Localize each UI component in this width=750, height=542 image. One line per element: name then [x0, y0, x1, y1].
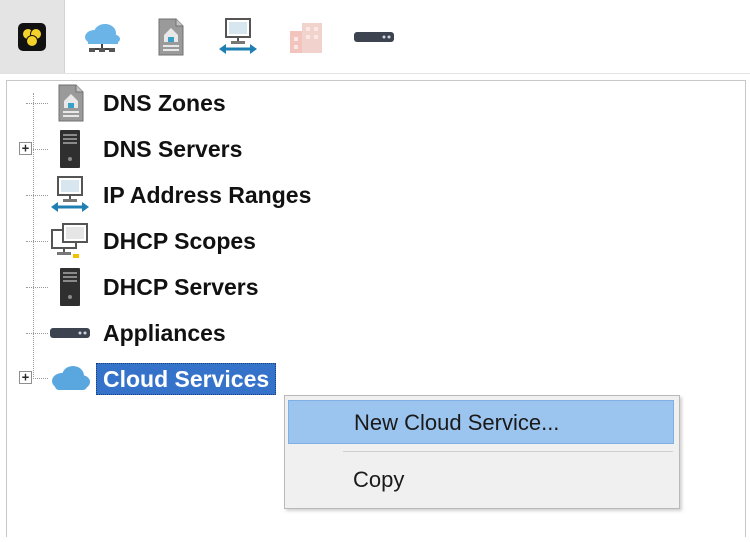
toolbar-dns-zones-button[interactable] — [138, 0, 202, 73]
tree-item-dhcp-scopes[interactable]: DHCP Scopes — [0, 218, 740, 264]
tree-item-label: Appliances — [103, 320, 226, 346]
menu-item-label: Copy — [353, 467, 405, 492]
cloud-icon — [48, 355, 92, 401]
tree-connector — [26, 241, 48, 242]
tree-item-dns-servers[interactable]: + DNS Servers — [0, 126, 740, 172]
tree-item-label: DNS Zones — [103, 90, 226, 116]
menu-separator — [343, 451, 673, 452]
appliance-icon — [48, 310, 92, 356]
tree-item-label: IP Address Ranges — [103, 182, 312, 208]
menu-item-copy[interactable]: Copy — [288, 458, 674, 502]
toolbar — [0, 0, 750, 74]
yellow-cluster-icon — [18, 22, 46, 51]
toolbar-dhcp-button[interactable] — [274, 0, 338, 73]
toolbar-appliances-button[interactable] — [342, 0, 406, 73]
ip-range-icon — [48, 172, 92, 218]
expand-toggle[interactable]: + — [19, 142, 32, 155]
tree-item-label: DHCP Scopes — [103, 228, 256, 254]
appliance-icon — [354, 31, 394, 42]
dhcp-monitors-icon — [48, 218, 92, 264]
building-icon — [290, 22, 322, 53]
tree-item-dhcp-servers[interactable]: DHCP Servers — [0, 264, 740, 310]
server-tower-icon — [48, 264, 92, 310]
menu-item-new-cloud-service[interactable]: New Cloud Service... — [288, 400, 674, 444]
toolbar-cloud-services-button[interactable] — [70, 0, 134, 73]
expand-toggle[interactable]: + — [19, 371, 32, 384]
cloud-network-icon — [85, 23, 120, 52]
tree-item-label: DNS Servers — [103, 136, 243, 162]
tree-connector — [26, 195, 48, 196]
dns-zone-icon — [158, 18, 184, 55]
server-tower-icon — [48, 126, 92, 172]
toolbar-ip-ranges-button[interactable] — [206, 0, 270, 73]
tree-connector — [26, 103, 48, 104]
toolbar-overview-button[interactable] — [0, 0, 65, 73]
context-menu: New Cloud Service... Copy — [284, 395, 680, 509]
tree-item-label: DHCP Servers — [103, 274, 259, 300]
tree-connector — [26, 333, 48, 334]
menu-item-label: New Cloud Service... — [354, 410, 560, 435]
tree-item-label: Cloud Services — [96, 363, 277, 395]
tree-item-ip-address-ranges[interactable]: IP Address Ranges — [0, 172, 740, 218]
tree-item-dns-zones[interactable]: DNS Zones — [0, 80, 740, 126]
dns-zone-icon — [48, 80, 92, 126]
tree-connector — [26, 287, 48, 288]
tree-item-appliances[interactable]: Appliances — [0, 310, 740, 356]
ip-range-icon — [219, 17, 257, 54]
